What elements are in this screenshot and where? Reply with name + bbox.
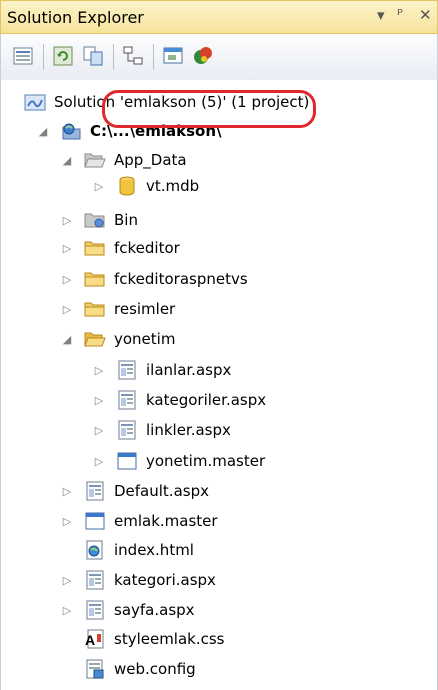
folder-icon (84, 299, 106, 319)
aspx-file-icon (116, 390, 138, 410)
tree-item-fckeditor[interactable]: ▷ fckeditor (60, 234, 180, 262)
properties-icon[interactable] (11, 44, 35, 68)
tree-item-kategori-aspx[interactable]: ▷ kategori.aspx (60, 566, 216, 594)
folder-open-icon (84, 150, 106, 170)
folder-open-icon (84, 329, 106, 349)
tree-item-label: emlak.master (114, 512, 218, 530)
tree-item-yonetim-master[interactable]: ▷ yonetim.master (92, 447, 265, 475)
aspx-file-icon (84, 570, 106, 590)
tree-item-label: sayfa.aspx (114, 601, 195, 619)
expand-arrow-icon[interactable]: ▷ (92, 179, 106, 193)
tree-item-label: styleemlak.css (114, 630, 225, 648)
tree-item-web-config[interactable]: web.config (84, 655, 196, 683)
expand-arrow-icon[interactable]: ▷ (92, 454, 106, 468)
tree-item-label: resimler (114, 300, 176, 318)
tree-item-linkler-aspx[interactable]: ▷ linkler.aspx (92, 416, 231, 444)
svg-text:A: A (85, 632, 95, 648)
tree-item-label: vt.mdb (146, 177, 200, 195)
tree-item-label: kategoriler.aspx (146, 391, 267, 409)
tree-item-styleemlak-css[interactable]: A styleemlak.css (84, 625, 225, 653)
solution-explorer-titlebar: Solution Explorer ▾ ᴾ ✕ (0, 0, 438, 34)
tree-item-label: index.html (114, 541, 194, 559)
class-diagram-icon[interactable] (121, 44, 145, 68)
aspx-file-icon (84, 481, 106, 501)
tree-item-label: kategori.aspx (114, 571, 216, 589)
expand-arrow-icon[interactable]: ▷ (60, 484, 74, 498)
pin-icon[interactable]: ᴾ (397, 6, 403, 24)
tree-item-kategoriler-aspx[interactable]: ▷ kategoriler.aspx (92, 386, 266, 414)
tree-item-label: yonetim.master (146, 452, 266, 470)
solution-explorer-toolbar (0, 34, 438, 80)
tree-item-vt-mdb[interactable]: ▷ vt.mdb (92, 172, 199, 200)
folder-icon (84, 238, 106, 258)
expand-arrow-icon[interactable]: ▷ (92, 393, 106, 407)
expand-arrow-icon[interactable]: ▷ (60, 213, 74, 227)
dropdown-icon[interactable]: ▾ (377, 6, 385, 24)
solution-icon (24, 92, 46, 112)
web-project-icon (60, 121, 82, 141)
tree-item-label: Default.aspx (114, 482, 209, 500)
collapse-arrow-icon[interactable]: ◢ (60, 153, 74, 167)
view-designer-icon[interactable] (161, 44, 185, 68)
expand-arrow-icon[interactable]: ▷ (60, 272, 74, 286)
collapse-arrow-icon[interactable]: ◢ (36, 124, 50, 138)
aspx-file-icon (116, 360, 138, 380)
expand-arrow-icon[interactable]: ▷ (60, 603, 74, 617)
expand-arrow-icon[interactable]: ▷ (60, 241, 74, 255)
tree-item-label: web.config (114, 660, 196, 678)
tree-item-fckeditoraspnetvs[interactable]: ▷ fckeditoraspnetvs (60, 265, 248, 293)
expand-arrow-icon[interactable]: ▷ (60, 514, 74, 528)
close-icon[interactable]: ✕ (419, 6, 432, 24)
refresh-icon[interactable] (51, 44, 75, 68)
css-file-icon: A (84, 629, 106, 649)
database-icon (116, 176, 138, 196)
copy-website-icon[interactable] (191, 44, 215, 68)
tree-item-sayfa-aspx[interactable]: ▷ sayfa.aspx (60, 596, 195, 624)
toolbar-separator (113, 44, 114, 70)
tree-item-app-data[interactable]: ◢ App_Data (60, 146, 187, 174)
highlight-annotation (102, 90, 316, 128)
tree-item-label: ilanlar.aspx (146, 361, 232, 379)
expand-arrow-icon[interactable]: ▷ (60, 573, 74, 587)
tree-item-label: yonetim (114, 330, 176, 348)
tree-item-default-aspx[interactable]: ▷ Default.aspx (60, 477, 209, 505)
bin-folder-icon (84, 210, 106, 230)
tree-item-label: App_Data (114, 151, 187, 169)
tree-item-emlak-master[interactable]: ▷ emlak.master (60, 507, 218, 535)
expand-arrow-icon[interactable]: ▷ (60, 302, 74, 316)
toolbar-separator (153, 44, 154, 70)
config-file-icon (84, 659, 106, 679)
tree-item-bin[interactable]: ▷ Bin (60, 206, 138, 234)
aspx-file-icon (84, 600, 106, 620)
html-file-icon (84, 540, 106, 560)
panel-title: Solution Explorer (7, 8, 144, 27)
expand-arrow-icon[interactable]: ▷ (92, 423, 106, 437)
folder-icon (84, 269, 106, 289)
collapse-arrow-icon[interactable]: ◢ (60, 332, 74, 346)
nest-related-files-icon[interactable] (81, 44, 105, 68)
aspx-file-icon (116, 420, 138, 440)
toolbar-separator (43, 44, 44, 70)
master-page-icon (116, 451, 138, 471)
expand-arrow-icon[interactable]: ▷ (92, 363, 106, 377)
tree-item-index-html[interactable]: index.html (84, 536, 194, 564)
tree-item-yonetim[interactable]: ◢ yonetim (60, 325, 176, 353)
tree-item-label: linkler.aspx (146, 421, 231, 439)
tree-item-label: fckeditor (114, 239, 180, 257)
master-page-icon (84, 511, 106, 531)
tree-item-label: Bin (114, 211, 138, 229)
tree-item-ilanlar-aspx[interactable]: ▷ ilanlar.aspx (92, 356, 231, 384)
tree-item-label: fckeditoraspnetvs (114, 270, 248, 288)
tree-item-resimler[interactable]: ▷ resimler (60, 295, 175, 323)
